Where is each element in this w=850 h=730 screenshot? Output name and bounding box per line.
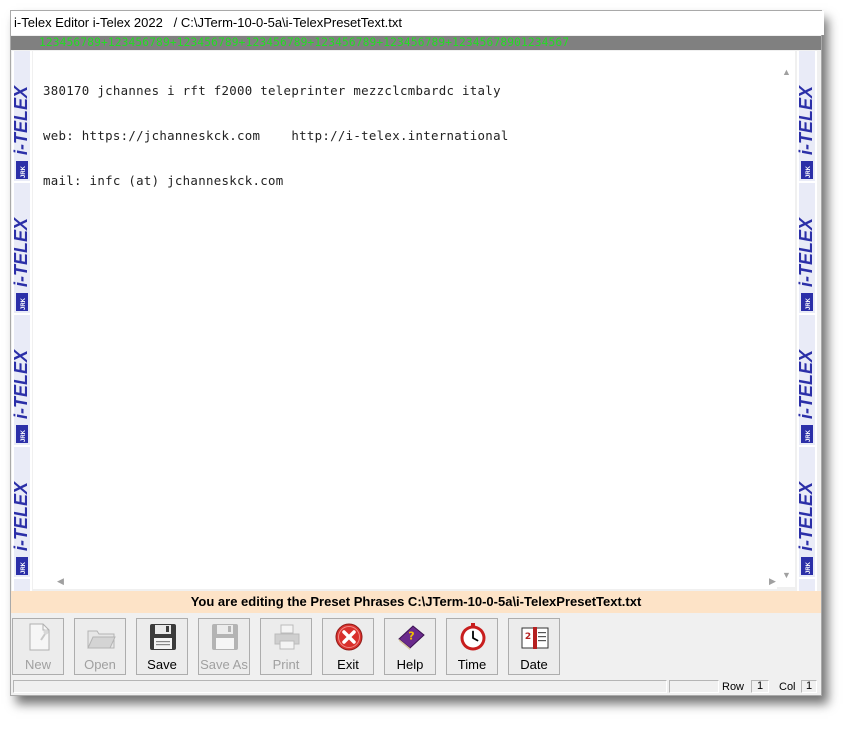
help-button-label: Help — [396, 657, 424, 672]
status-panel — [13, 680, 667, 693]
save-as-button[interactable]: Save As — [198, 618, 250, 675]
date-button-label: Date — [520, 657, 548, 672]
new-document-icon — [24, 622, 54, 652]
print-button[interactable]: Print — [260, 618, 312, 675]
time-button-label: Time — [457, 657, 487, 672]
scroll-left-icon[interactable]: ◀ — [57, 576, 64, 586]
scroll-down-icon[interactable]: ▼ — [782, 570, 791, 580]
save-button[interactable]: Save — [136, 618, 188, 675]
help-button[interactable]: ? Help — [384, 618, 436, 675]
print-button-label: Print — [272, 657, 300, 672]
toolbar: New Open Save Save As Print Exit ? Help … — [11, 615, 821, 679]
row-value: 1 — [751, 680, 769, 693]
clock-icon — [458, 622, 488, 652]
editor-line: mail: infc (at) jchanneskck.com — [43, 173, 284, 188]
svg-text:?: ? — [408, 630, 414, 643]
itelex-logo-strip: i-TELEX JRK i-TELEX JRK i-TELEX JRK i-TELEX JRK… — [12, 51, 31, 591]
open-button[interactable]: Open — [74, 618, 126, 675]
editor-window: i-Telex Editor i-Telex 2022 / C:\JTerm-1… — [10, 10, 824, 696]
column-ruler: 123456789+123456789+123456789+123456789+… — [11, 36, 821, 50]
itelex-logo: i-TELEX — [12, 217, 31, 287]
svg-text:2: 2 — [525, 632, 531, 642]
editor-text[interactable]: 380170 jchannes i rft f2000 teleprinter … — [43, 53, 509, 218]
jrk-badge-text: JRK — [806, 297, 812, 310]
scroll-right-icon[interactable]: ▶ — [769, 576, 776, 586]
itelex-logo: i-TELEX — [797, 217, 816, 287]
itelex-side-strip-left: i-TELEX JRK i-TELEX JRK i-TELEX JRK i-TELEX JRK… — [12, 51, 32, 591]
status-message: You are editing the Preset Phrases C:\JT… — [11, 591, 821, 613]
logo-band — [799, 579, 815, 591]
exit-button-label: Exit — [337, 657, 359, 672]
jrk-badge-text: JRK — [806, 429, 812, 442]
status-panel — [669, 680, 719, 693]
editor-line: 380170 jchannes i rft f2000 teleprinter … — [43, 83, 501, 98]
vertical-scrollbar[interactable]: ▲ ▼ — [777, 51, 795, 587]
help-book-icon: ? — [396, 622, 426, 652]
save-button-label: Save — [147, 657, 177, 672]
jrk-badge-text: JRK — [21, 429, 27, 442]
logo-band — [14, 579, 30, 591]
new-button[interactable]: New — [12, 618, 64, 675]
itelex-logo: i-TELEX — [797, 481, 816, 551]
open-folder-icon — [86, 622, 116, 652]
itelex-logo: i-TELEX — [12, 349, 31, 419]
floppy-disk-icon — [210, 622, 240, 652]
text-editor[interactable]: 380170 jchannes i rft f2000 teleprinter … — [33, 51, 777, 587]
itelex-logo: i-TELEX — [797, 85, 816, 155]
col-value: 1 — [801, 680, 817, 693]
itelex-logo-strip: i-TELEX JRK i-TELEX JRK i-TELEX JRK i-TELEX JRK… — [797, 51, 816, 591]
open-button-label: Open — [84, 657, 116, 672]
jrk-badge-text: JRK — [806, 561, 812, 574]
col-label: Col — [779, 681, 796, 693]
time-button[interactable]: Time — [446, 618, 498, 675]
editor-line: web: https://jchanneskck.com http://i-te… — [43, 128, 509, 143]
new-button-label: New — [24, 657, 51, 672]
close-icon — [334, 622, 364, 652]
jrk-badge-text: JRK — [21, 165, 27, 178]
calendar-icon: 2 — [520, 622, 550, 652]
save-as-button-label: Save As — [200, 657, 248, 672]
jrk-badge-text: JRK — [806, 165, 812, 178]
jrk-badge-text: JRK — [21, 297, 27, 310]
date-button[interactable]: 2 Date — [508, 618, 560, 675]
status-bar: Row 1 Col 1 — [11, 679, 821, 695]
itelex-logo: i-TELEX — [12, 481, 31, 551]
window-title: i-Telex Editor i-Telex 2022 / C:\JTerm-1… — [11, 11, 824, 35]
floppy-disk-icon — [148, 622, 178, 652]
scroll-up-icon[interactable]: ▲ — [782, 67, 791, 77]
jrk-badge-text: JRK — [21, 561, 27, 574]
itelex-side-strip-right: i-TELEX JRK i-TELEX JRK i-TELEX JRK i-TELEX JRK… — [797, 51, 817, 591]
row-label: Row — [722, 681, 745, 693]
itelex-logo: i-TELEX — [797, 349, 816, 419]
itelex-logo: i-TELEX — [12, 85, 31, 155]
printer-icon — [272, 622, 302, 652]
exit-button[interactable]: Exit — [322, 618, 374, 675]
horizontal-scrollbar[interactable]: ◀ ▶ — [33, 573, 777, 589]
